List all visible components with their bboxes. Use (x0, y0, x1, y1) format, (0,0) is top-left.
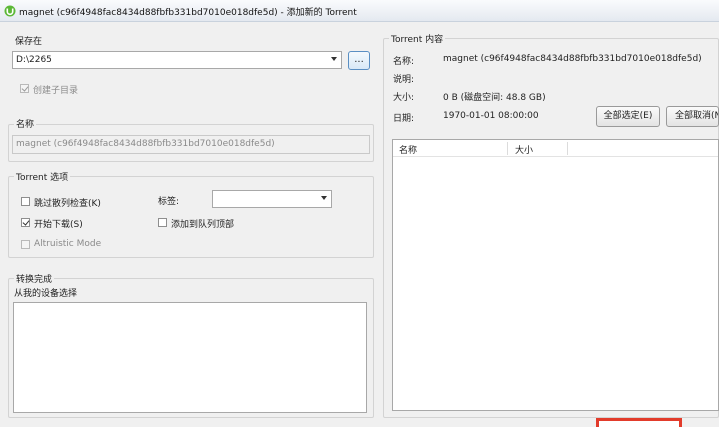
tag-label: 标签: (158, 197, 180, 207)
tag-combobox[interactable] (212, 190, 332, 208)
select-none-button[interactable]: 全部取消(N) (666, 106, 719, 127)
altruistic-mode-label: Altruistic Mode (34, 239, 102, 249)
start-download-checkbox[interactable] (21, 218, 30, 227)
device-list[interactable] (13, 302, 367, 413)
torrent-name-value: magnet (c96f4948fac8434d88fbfb331bd7010e… (16, 139, 275, 149)
file-list-view[interactable]: 名称 大小 (392, 139, 719, 411)
chevron-down-icon (321, 196, 327, 200)
title-bar: magnet (c96f4948fac8434d88fbfb331bd7010e… (0, 0, 719, 22)
content-date-label: 日期: (393, 114, 415, 124)
content-date-value: 1970-01-01 08:00:00 (443, 111, 539, 121)
content-size-label: 大小: (393, 93, 415, 103)
file-list-header: 名称 大小 (393, 140, 718, 157)
content-name-label: 名称: (393, 57, 415, 67)
save-path-value: D:\2265 (16, 55, 52, 65)
save-location-label: 保存在 (15, 37, 43, 47)
create-subfolder-checkbox[interactable] (20, 84, 29, 93)
content-name-value: magnet (c96f4948fac8434d88fbfb331bd7010e… (443, 54, 702, 64)
start-download-label: 开始下载(S) (34, 220, 83, 230)
torrent-name-field[interactable]: magnet (c96f4948fac8434d88fbfb331bd7010e… (12, 135, 370, 154)
content-size-value: 0 B (磁盘空间: 48.8 GB) (443, 93, 546, 103)
select-all-button[interactable]: 全部选定(E) (596, 106, 660, 127)
device-select-label: 从我的设备选择 (14, 289, 78, 299)
chevron-down-icon (331, 57, 337, 61)
add-to-queue-top-label: 添加到队列顶部 (171, 220, 235, 230)
browse-folder-button[interactable]: ... (348, 51, 370, 70)
torrent-options-group-label: Torrent 选项 (14, 170, 71, 183)
window-title: magnet (c96f4948fac8434d88fbfb331bd7010e… (19, 8, 357, 18)
skip-hash-check-checkbox[interactable] (21, 197, 30, 206)
altruistic-mode-checkbox[interactable] (21, 240, 30, 249)
create-subfolder-label: 创建子目录 (33, 86, 79, 96)
utorrent-app-icon (4, 5, 16, 17)
column-header-name[interactable]: 名称 (399, 143, 417, 156)
torrent-content-group-label: Torrent 内容 (389, 32, 446, 45)
convert-group-label: 转换完成 (14, 272, 55, 285)
column-header-size[interactable]: 大小 (515, 143, 533, 156)
watermark-badge (596, 418, 682, 427)
skip-hash-check-label: 跳过散列检查(K) (34, 199, 101, 209)
content-description-label: 说明: (393, 75, 415, 85)
save-path-combobox[interactable]: D:\2265 (12, 51, 342, 69)
name-group-label: 名称 (14, 117, 37, 130)
add-to-queue-top-checkbox[interactable] (158, 218, 167, 227)
